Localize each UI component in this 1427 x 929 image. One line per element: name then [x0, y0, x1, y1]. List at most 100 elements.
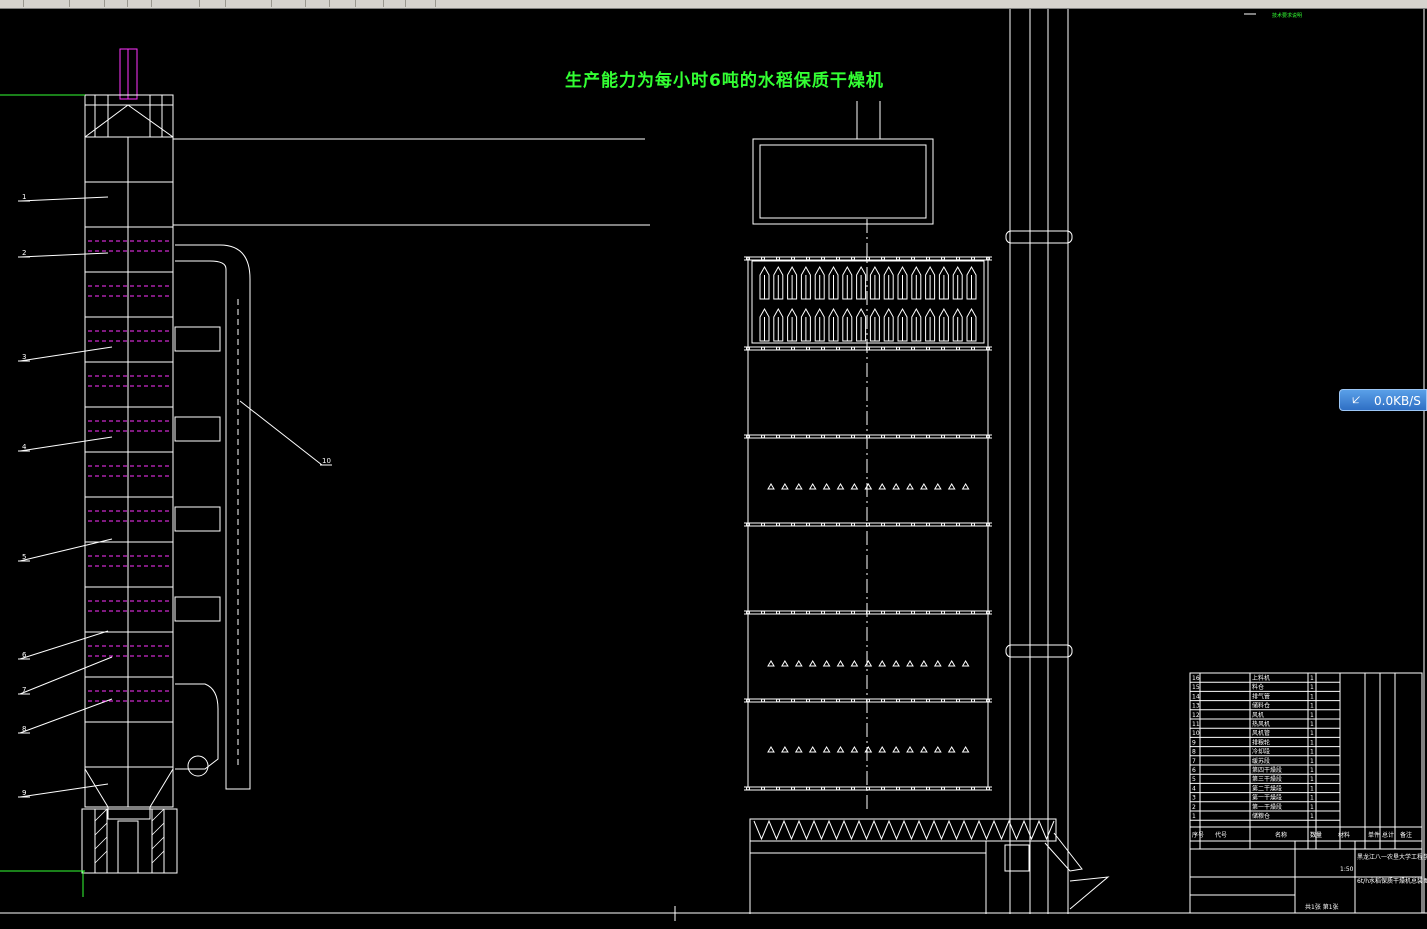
title-block-row-name: 风机管 — [1252, 729, 1270, 737]
title-block-row-no: 16 — [1192, 675, 1200, 682]
callout-label: 2 — [22, 249, 26, 257]
title-block-row-qty: 1 — [1310, 758, 1314, 765]
title-block-row-name: 第四干燥段 — [1252, 766, 1282, 774]
title-block-row-qty: 1 — [1310, 703, 1314, 710]
callout-label: 1 — [22, 193, 26, 201]
redo-icon[interactable] — [118, 0, 128, 7]
title-block-row-no: 6 — [1192, 767, 1196, 774]
save-icon[interactable] — [60, 0, 70, 7]
callout-leader — [19, 783, 109, 798]
title-block-row-name: 缓苏段 — [1252, 757, 1270, 765]
callout-label: 9 — [22, 789, 26, 797]
print-icon[interactable] — [320, 0, 330, 7]
title-block-row-name: 热风机 — [1252, 720, 1270, 728]
zoom-icon[interactable] — [216, 0, 226, 7]
title-block-row-qty: 1 — [1310, 767, 1314, 774]
title-block-row-qty: 1 — [1310, 813, 1314, 820]
title-block-row-qty: 1 — [1310, 795, 1314, 802]
title-block-docname: 6t/h水稻保质干燥机总装图 — [1357, 877, 1427, 885]
title-block-row-qty: 1 — [1310, 712, 1314, 719]
title-block-row-qty: 1 — [1310, 693, 1314, 700]
help-icon[interactable] — [426, 0, 436, 7]
title-block-row-no: 8 — [1192, 749, 1196, 756]
title-block-row-name: 排气管 — [1252, 692, 1270, 700]
callout-leader — [19, 656, 113, 695]
title-block-header: 名称 — [1275, 831, 1287, 839]
callout-label: 3 — [22, 353, 26, 361]
clip-icon[interactable] — [396, 0, 406, 7]
title-block-header: 总计 — [1382, 831, 1394, 839]
title-block-row-qty: 1 — [1310, 675, 1314, 682]
callout-label: 8 — [22, 725, 26, 733]
title-block-row-name: 第二干燥段 — [1252, 784, 1282, 792]
title-block-row-qty: 1 — [1310, 739, 1314, 746]
title-block-row-no: 14 — [1192, 693, 1200, 700]
title-block-row-name: 第一干燥段 — [1252, 803, 1282, 811]
svg-text:技术要求说明: 技术要求说明 — [1272, 12, 1302, 19]
callout-leader — [19, 196, 109, 202]
layers-icon[interactable] — [296, 0, 306, 7]
title-block-row-qty: 1 — [1310, 785, 1314, 792]
undo-icon[interactable] — [95, 0, 105, 7]
title-block-row-no: 4 — [1192, 785, 1196, 792]
callout-leader — [239, 400, 323, 466]
title-block-row-name: 料仓 — [1252, 683, 1264, 691]
title-block-row-name: 储料仓 — [1252, 702, 1270, 710]
new-file-icon[interactable] — [14, 0, 24, 7]
title-block-header: 备注 — [1400, 831, 1412, 839]
callout-label: 7 — [22, 686, 26, 694]
title-block-row-qty: 1 — [1310, 721, 1314, 728]
title-block-header: 代号 — [1215, 831, 1227, 839]
title-block-row-no: 7 — [1192, 758, 1196, 765]
title-block-row-name: 上料机 — [1252, 674, 1270, 682]
callout-label: 6 — [22, 651, 27, 659]
network-speed-badge[interactable]: 🡧 0.0KB/S — [1339, 389, 1427, 411]
drawing-title: 生产能力为每小时6吨的水稻保质干燥机 — [565, 71, 884, 91]
title-block-row-name: 冷却段 — [1252, 748, 1270, 756]
title-block-row-qty: 1 — [1310, 730, 1314, 737]
callout-leader — [19, 630, 109, 660]
network-speed-value: 0.0KB/S — [1374, 394, 1421, 408]
title-block-sheet: 共1张 第1张 — [1305, 903, 1339, 911]
title-block-row-name: 储粮仓 — [1252, 812, 1270, 820]
title-block-header: 序号 — [1192, 831, 1204, 839]
cad-toolbar — [0, 0, 1427, 9]
title-block-row-qty: 1 — [1310, 684, 1314, 691]
title-block-scale: 1:50 — [1340, 866, 1354, 873]
title-block-row-qty: 1 — [1310, 804, 1314, 811]
title-block-row-no: 10 — [1192, 730, 1200, 737]
down-arrow-icon: 🡧 — [1352, 393, 1361, 408]
title-block-row-no: 12 — [1192, 712, 1200, 719]
title-block-row-qty: 1 — [1310, 749, 1314, 756]
properties-icon[interactable] — [262, 0, 272, 7]
callout-leader — [19, 436, 113, 452]
title-block-row-name: 第三干燥段 — [1252, 775, 1282, 783]
title-block-row-no: 11 — [1192, 721, 1200, 728]
pan-icon[interactable] — [190, 0, 200, 7]
title-block-row-no: 1 — [1192, 813, 1196, 820]
drawing-canvas[interactable]: 技术要求说明 16 上料机 115 料仓 114 排气管 113 储料仓 112 风机 111 热风机… — [0, 9, 1427, 929]
title-block-row-name: 第一干燥段 — [1252, 794, 1282, 802]
title-block-header: 单件 — [1368, 831, 1380, 839]
title-block-row-qty: 1 — [1310, 776, 1314, 783]
title-block-row-no: 9 — [1192, 739, 1196, 746]
title-block-row-no: 3 — [1192, 795, 1196, 802]
title-block-row-no: 2 — [1192, 804, 1196, 811]
callout-leader — [19, 252, 109, 258]
title-block-row-no: 15 — [1192, 684, 1200, 691]
title-block-header: 材料 — [1338, 831, 1350, 839]
title-block-row-no: 13 — [1192, 703, 1200, 710]
title-block-row-no: 5 — [1192, 776, 1196, 783]
title-block-row-name: 排粮轮 — [1252, 738, 1270, 746]
title-block-row-name: 风机 — [1252, 711, 1264, 719]
title-block-school: 黑龙江八一农垦大学工程学院 — [1357, 853, 1427, 861]
preview-icon[interactable] — [346, 0, 356, 7]
callout-leader — [19, 698, 113, 734]
select-icon[interactable] — [142, 0, 152, 7]
folder-icon[interactable] — [374, 0, 384, 7]
callout-leader — [19, 538, 113, 562]
callout-label: 10 — [322, 457, 331, 465]
callout-label: 5 — [22, 553, 26, 561]
callout-leader — [19, 346, 113, 362]
title-block-header: 数量 — [1310, 831, 1322, 839]
